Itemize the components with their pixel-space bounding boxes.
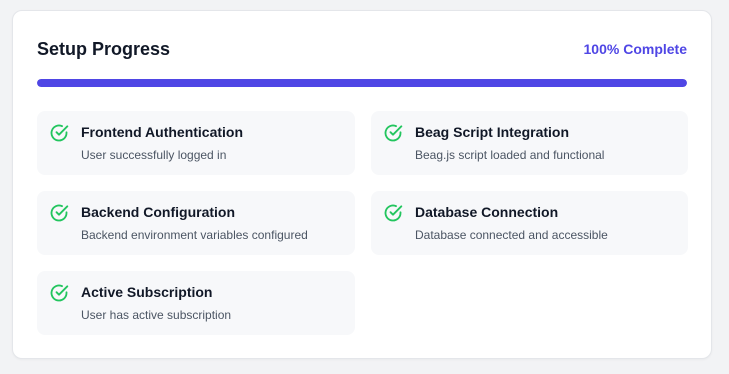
step-title: Beag Script Integration bbox=[415, 124, 570, 140]
step-beag-script-integration: Beag Script Integration Beag.js script l… bbox=[371, 111, 688, 175]
step-frontend-authentication: Frontend Authentication User successfull… bbox=[37, 111, 355, 175]
check-circle-icon bbox=[50, 204, 69, 222]
check-circle-icon bbox=[384, 204, 403, 222]
step-description: Database connected and accessible bbox=[415, 228, 608, 242]
step-database-connection: Database Connection Database connected a… bbox=[371, 191, 688, 255]
step-active-subscription: Active Subscription User has active subs… bbox=[37, 271, 355, 335]
check-circle-icon bbox=[384, 124, 403, 142]
step-description: Beag.js script loaded and functional bbox=[415, 148, 605, 162]
completion-label: 100% Complete bbox=[583, 41, 687, 57]
step-title: Active Subscription bbox=[81, 284, 213, 300]
card-title: Setup Progress bbox=[37, 38, 171, 59]
step-backend-configuration: Backend Configuration Backend environmen… bbox=[37, 191, 355, 255]
setup-progress-card: Setup Progress 100% Complete Frontend Au… bbox=[12, 10, 712, 359]
step-title: Backend Configuration bbox=[81, 204, 236, 220]
steps-grid: Frontend Authentication User successfull… bbox=[37, 111, 688, 335]
step-description: User has active subscription bbox=[81, 308, 232, 322]
step-title: Database Connection bbox=[415, 204, 559, 220]
step-description: User successfully logged in bbox=[81, 148, 227, 162]
check-circle-icon bbox=[50, 124, 69, 142]
progress-bar bbox=[37, 79, 687, 87]
card-header: Setup Progress 100% Complete bbox=[37, 37, 687, 61]
step-description: Backend environment variables configured bbox=[81, 228, 308, 242]
check-circle-icon bbox=[50, 284, 69, 302]
progress-bar-fill bbox=[37, 79, 687, 87]
step-title: Frontend Authentication bbox=[81, 124, 244, 140]
